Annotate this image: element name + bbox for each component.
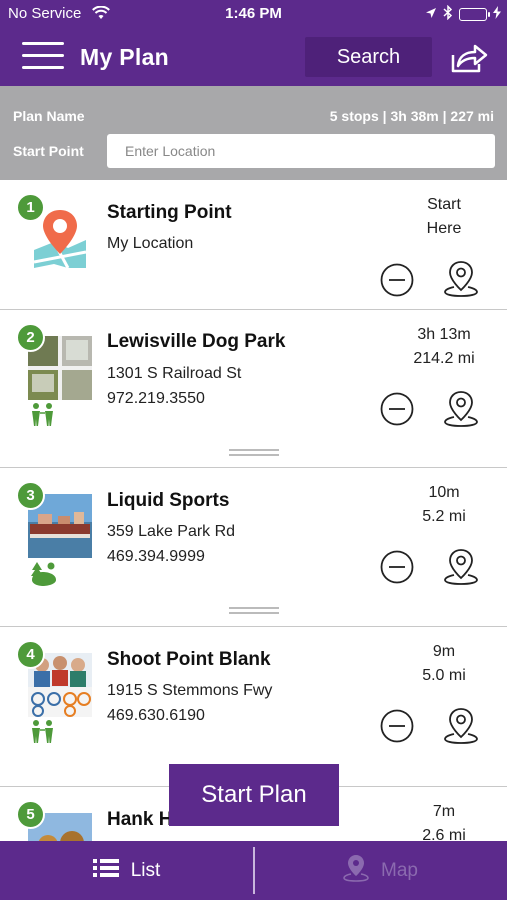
page-title: My Plan [80, 44, 170, 70]
stop-address: My Location [107, 235, 194, 252]
hamburger-menu-icon[interactable] [22, 42, 64, 72]
outdoors-icon [28, 560, 58, 591]
minus-circle-icon[interactable] [380, 550, 414, 584]
tab-map[interactable]: Map [254, 841, 507, 900]
map-marker-icon [343, 854, 369, 888]
stop-name[interactable]: Shoot Point Blank [107, 649, 271, 671]
stop-travel-time: Start [427, 196, 461, 213]
stop-number-badge: 4 [16, 640, 45, 669]
map-pin-icon[interactable] [443, 548, 479, 586]
stop-name[interactable]: Liquid Sports [107, 490, 229, 512]
family-icon [28, 719, 58, 748]
map-pin-icon[interactable] [443, 707, 479, 745]
plan-name-label: Plan Name [13, 108, 85, 124]
stop-address: 1301 S Railroad St [107, 365, 242, 382]
start-point-label: Start Point [13, 143, 84, 159]
stop-phone[interactable]: 469.394.9999 [107, 548, 205, 566]
tab-map-label: Map [381, 859, 418, 881]
stop-travel-time: 10m [428, 484, 460, 501]
minus-circle-icon[interactable] [380, 263, 414, 297]
stop-distance: 5.2 mi [422, 508, 466, 525]
family-icon [28, 402, 58, 431]
start-location-input[interactable] [107, 134, 495, 168]
stop-number-badge: 2 [16, 323, 45, 352]
list-item[interactable]: 1 Starting Point My Location Start Here [0, 180, 507, 310]
search-button[interactable]: Search [305, 37, 432, 77]
drag-handle[interactable] [229, 607, 279, 615]
stop-name[interactable]: Starting Point [107, 202, 232, 224]
start-plan-button[interactable]: Start Plan [169, 764, 339, 826]
status-bar: No Service 1:46 PM [0, 0, 507, 30]
charging-icon [493, 6, 501, 23]
stop-phone[interactable]: 972.219.3550 [107, 390, 205, 408]
location-arrow-icon [425, 6, 437, 23]
tab-list[interactable]: List [0, 841, 253, 900]
stop-name[interactable]: Lewisville Dog Park [107, 331, 285, 353]
stop-travel-time: 9m [432, 643, 456, 660]
tab-bar: List Map [0, 841, 507, 900]
stop-travel-time: 7m [432, 803, 456, 820]
stop-travel-time: 3h 13m [417, 326, 471, 343]
list-icon [92, 858, 119, 884]
list-item[interactable]: 4 Shoot Point Blank 1915 S Stemmons Fwy … [0, 627, 507, 787]
list-item[interactable]: 3 Liquid Sports 359 Lake Park Rd 469.394… [0, 468, 507, 627]
stop-distance: 2.6 mi [422, 827, 466, 841]
stop-number-badge: 1 [16, 193, 45, 222]
stop-name[interactable]: Hank H [107, 809, 172, 831]
nav-bar: My Plan Search [0, 30, 507, 86]
list-item[interactable]: 2 Lewisville Dog Park 1301 S Railroad St… [0, 310, 507, 468]
map-pin-icon[interactable] [443, 260, 479, 298]
stop-address: 1915 S Stemmons Fwy [107, 682, 273, 699]
drag-handle[interactable] [229, 449, 279, 457]
tab-list-label: List [130, 859, 161, 881]
stop-number-badge: 3 [16, 481, 45, 510]
bluetooth-icon [443, 4, 453, 24]
minus-circle-icon[interactable] [380, 709, 414, 743]
plan-summary: 5 stops | 3h 38m | 227 mi [329, 108, 494, 124]
plan-header: Plan Name 5 stops | 3h 38m | 227 mi Star… [0, 86, 507, 180]
stop-distance: 214.2 mi [413, 350, 475, 367]
minus-circle-icon[interactable] [380, 392, 414, 426]
stop-distance: 5.0 mi [422, 667, 466, 684]
stop-distance: Here [426, 220, 462, 237]
map-pin-icon[interactable] [443, 390, 479, 428]
stop-address: 359 Lake Park Rd [107, 523, 236, 540]
share-icon[interactable] [449, 42, 489, 74]
battery-icon [459, 8, 490, 21]
stop-phone[interactable]: 469.630.6190 [107, 707, 205, 725]
stop-number-badge: 5 [16, 800, 45, 829]
stops-list[interactable]: 1 Starting Point My Location Start Here [0, 180, 507, 841]
